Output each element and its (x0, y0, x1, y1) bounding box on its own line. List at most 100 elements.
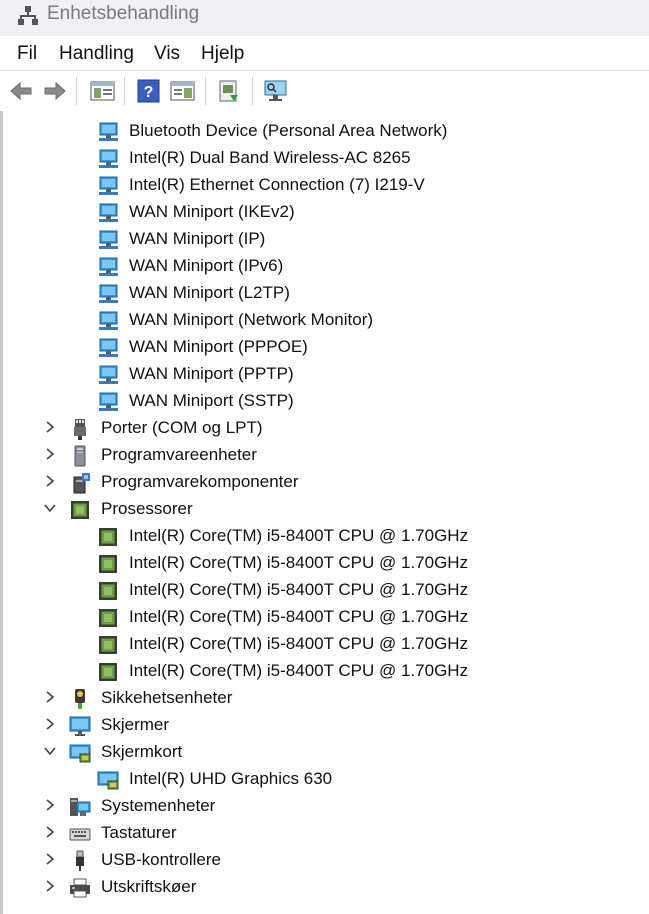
tree-item-label: Skjermkort (101, 742, 183, 761)
processor-chip-icon (99, 636, 117, 654)
tree-category-programvareenheter[interactable]: Programvareenheter (3, 442, 649, 469)
tree-item-label: WAN Miniport (IP) (129, 229, 266, 248)
update-driver-icon[interactable] (216, 79, 242, 103)
usb-plug-icon (76, 850, 84, 871)
tree-item-label: Programvarekomponenter (101, 472, 299, 491)
toolbar-separator (124, 77, 125, 105)
help-icon[interactable]: ? (136, 79, 162, 103)
tree-category-utskriftsk-er[interactable]: Utskriftskøer (3, 874, 649, 901)
tree-item[interactable]: WAN Miniport (L2TP) (3, 280, 649, 307)
network-adapter-icon (99, 257, 118, 276)
processor-chip-icon (99, 528, 117, 546)
svg-text:?: ? (144, 84, 154, 101)
network-adapter-icon (99, 392, 118, 411)
keyboard-icon (69, 828, 91, 841)
tree-item-label: Utskriftskøer (101, 877, 197, 896)
scan-hardware-icon[interactable] (263, 79, 289, 103)
tree-category-sikkehetsenheter[interactable]: Sikkehetsenheter (3, 685, 649, 712)
tree-item-label: Intel(R) Core(TM) i5-8400T CPU @ 1.70GHz (129, 580, 469, 599)
tree-item-label: Intel(R) Dual Band Wireless-AC 8265 (129, 148, 411, 167)
tree-item-label: Intel(R) Core(TM) i5-8400T CPU @ 1.70GHz (129, 526, 469, 545)
network-adapter-icon (99, 284, 118, 303)
tree-category-systemenheter[interactable]: Systemenheter (3, 793, 649, 820)
network-adapter-icon (99, 230, 118, 249)
tree-category-prosessorer[interactable]: Prosessorer (3, 496, 649, 523)
forward-arrow-icon[interactable] (42, 79, 68, 103)
chevron-right-icon[interactable] (43, 420, 57, 434)
tree-item[interactable]: WAN Miniport (IPv6) (3, 253, 649, 280)
tree-item-label: WAN Miniport (Network Monitor) (129, 310, 374, 329)
chevron-right-icon[interactable] (43, 474, 57, 488)
tree-item-label: Skjermer (101, 715, 170, 734)
chevron-right-icon[interactable] (43, 690, 57, 704)
tree-item-label: WAN Miniport (PPPOE) (129, 337, 308, 356)
toolbar-separator (205, 77, 206, 105)
chevron-down-icon[interactable] (43, 744, 57, 758)
tree-item[interactable]: WAN Miniport (Network Monitor) (3, 307, 649, 334)
tree-item[interactable]: Intel(R) Core(TM) i5-8400T CPU @ 1.70GHz (3, 523, 649, 550)
tree-item-label: USB-kontrollere (101, 850, 221, 869)
tree-item-label: Intel(R) Core(TM) i5-8400T CPU @ 1.70GHz (129, 634, 469, 653)
tree-item-label: Intel(R) Core(TM) i5-8400T CPU @ 1.70GHz (129, 553, 469, 572)
toolbar-separator (76, 77, 77, 105)
tree-category-porter-com-og-lpt[interactable]: Porter (COM og LPT) (3, 415, 649, 442)
toolbar-separator (252, 77, 253, 105)
tree-item-label: Intel(R) Core(TM) i5-8400T CPU @ 1.70GHz (129, 661, 469, 680)
tree-category-skjermkort[interactable]: Skjermkort (3, 739, 649, 766)
device-manager-icon (18, 6, 38, 25)
tree-item[interactable]: Intel(R) Core(TM) i5-8400T CPU @ 1.70GHz (3, 604, 649, 631)
tree-item[interactable]: Intel(R) UHD Graphics 630 (3, 766, 649, 793)
chevron-right-icon[interactable] (43, 879, 57, 893)
system-device-icon (70, 798, 91, 816)
tree-category-programvarekomponenter[interactable]: Programvarekomponenter (3, 469, 649, 496)
tree-item[interactable]: WAN Miniport (IKEv2) (3, 199, 649, 226)
processor-chip-icon (99, 555, 117, 573)
tree-item-label: Intel(R) Core(TM) i5-8400T CPU @ 1.70GHz (129, 607, 469, 626)
tree-item-label: Intel(R) Ethernet Connection (7) I219-V (129, 175, 425, 194)
properties-icon[interactable] (170, 79, 196, 103)
chevron-right-icon[interactable] (43, 852, 57, 866)
tree-item[interactable]: Intel(R) Ethernet Connection (7) I219-V (3, 172, 649, 199)
tree-item-label: Porter (COM og LPT) (101, 418, 263, 437)
tree-item[interactable]: Intel(R) Core(TM) i5-8400T CPU @ 1.70GHz (3, 550, 649, 577)
tree-item-label: Tastaturer (101, 823, 177, 842)
menu-help[interactable]: Hjelp (201, 43, 244, 65)
tree-item[interactable]: WAN Miniport (PPPOE) (3, 334, 649, 361)
tree-item[interactable]: Intel(R) Core(TM) i5-8400T CPU @ 1.70GHz (3, 658, 649, 685)
software-device-icon (74, 445, 86, 467)
tree-item-label: WAN Miniport (IKEv2) (129, 202, 295, 221)
tree-category-usb-kontrollere[interactable]: USB-kontrollere (3, 847, 649, 874)
tree-category-tastaturer[interactable]: Tastaturer (3, 820, 649, 847)
chevron-right-icon[interactable] (43, 798, 57, 812)
tree-item[interactable]: Intel(R) Core(TM) i5-8400T CPU @ 1.70GHz (3, 631, 649, 658)
menu-file[interactable]: Fil (17, 43, 37, 65)
title-bar[interactable]: Enhetsbehandling (0, 0, 649, 36)
menu-view[interactable]: Vis (154, 43, 180, 65)
network-adapter-icon (99, 176, 118, 195)
tree-item-label: Prosessorer (101, 499, 193, 518)
back-arrow-icon[interactable] (8, 79, 34, 103)
tree-item[interactable]: WAN Miniport (IP) (3, 226, 649, 253)
tree-item-label: WAN Miniport (SSTP) (129, 391, 294, 410)
tree-item-label: WAN Miniport (PPTP) (129, 364, 294, 383)
network-adapter-icon (99, 365, 118, 384)
tree-item[interactable]: Intel(R) Dual Band Wireless-AC 8265 (3, 145, 649, 172)
chevron-right-icon[interactable] (43, 717, 57, 731)
tree-item[interactable]: Intel(R) Core(TM) i5-8400T CPU @ 1.70GHz (3, 577, 649, 604)
tree-category-skjermer[interactable]: Skjermer (3, 712, 649, 739)
tree-item[interactable]: WAN Miniport (SSTP) (3, 388, 649, 415)
tree-item[interactable]: WAN Miniport (PPTP) (3, 361, 649, 388)
tree-item[interactable]: Bluetooth Device (Personal Area Network) (3, 118, 649, 145)
chevron-right-icon[interactable] (43, 825, 57, 839)
tree-item-label: Programvareenheter (101, 445, 257, 464)
tree-item-label: WAN Miniport (IPv6) (129, 256, 284, 275)
port-connector-icon (74, 419, 86, 440)
device-tree[interactable]: Bluetooth Device (Personal Area Network)… (0, 111, 649, 914)
processor-chip-icon (99, 609, 117, 627)
chevron-right-icon[interactable] (43, 447, 57, 461)
processor-chip-icon (99, 663, 117, 681)
show-hide-console-tree-icon[interactable] (90, 79, 116, 103)
chevron-down-icon[interactable] (43, 501, 57, 515)
menu-action[interactable]: Handling (59, 43, 134, 65)
printer-icon (70, 878, 90, 898)
